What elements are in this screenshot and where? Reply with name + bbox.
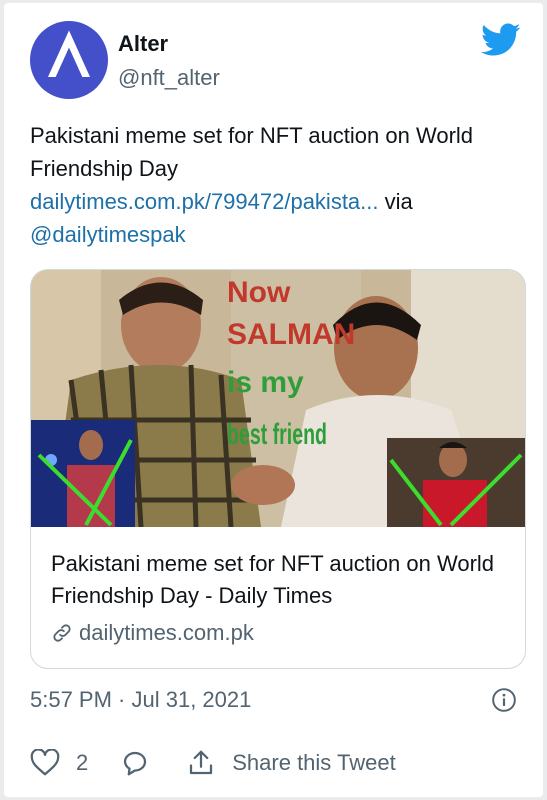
meme-caption-line-2: SALMAN xyxy=(227,318,355,351)
share-button[interactable]: Share this Tweet xyxy=(186,748,396,778)
tweet-actions: 2 Share this Tweet xyxy=(30,748,396,778)
heart-icon xyxy=(30,749,60,776)
share-icon xyxy=(190,750,213,775)
author-handle[interactable]: @nft_alter xyxy=(118,65,220,91)
link-card-domain[interactable]: dailytimes.com.pk xyxy=(51,620,254,646)
info-icon[interactable] xyxy=(491,687,517,718)
link-icon xyxy=(53,624,71,642)
tweet-mention[interactable]: @dailytimespak xyxy=(30,222,186,247)
via-text: via xyxy=(378,189,413,214)
meme-caption-line-4: best friend xyxy=(227,418,327,451)
twitter-bird-icon[interactable] xyxy=(481,23,521,62)
meme-image[interactable]: Now SALMAN is my best friend xyxy=(31,270,525,527)
meme-caption-line-1: Now xyxy=(227,276,291,309)
meme-caption-line-3: is my xyxy=(227,366,304,399)
tweet-body: Pakistani meme set for NFT auction on Wo… xyxy=(30,123,474,181)
link-preview-card[interactable]: Now SALMAN is my best friend Pakistani m… xyxy=(30,269,526,669)
tweet-text: Pakistani meme set for NFT auction on Wo… xyxy=(30,119,530,251)
like-button[interactable]: 2 xyxy=(30,749,88,777)
link-card-domain-text: dailytimes.com.pk xyxy=(79,620,254,645)
tweet-link[interactable]: dailytimes.com.pk/799472/pakista... xyxy=(30,189,379,214)
share-label: Share this Tweet xyxy=(232,750,396,775)
tweet-timestamp[interactable]: 5:57 PM · Jul 31, 2021 xyxy=(30,687,251,713)
reply-button[interactable] xyxy=(120,748,150,778)
link-card-title[interactable]: Pakistani meme set for NFT auction on Wo… xyxy=(51,548,511,612)
alter-logo-icon xyxy=(44,30,94,87)
like-count: 2 xyxy=(76,750,89,775)
reply-icon xyxy=(124,751,147,776)
avatar[interactable] xyxy=(30,21,108,99)
author-name[interactable]: Alter xyxy=(118,31,168,57)
tweet-card: Alter @nft_alter Pakistani meme set for … xyxy=(4,3,543,797)
